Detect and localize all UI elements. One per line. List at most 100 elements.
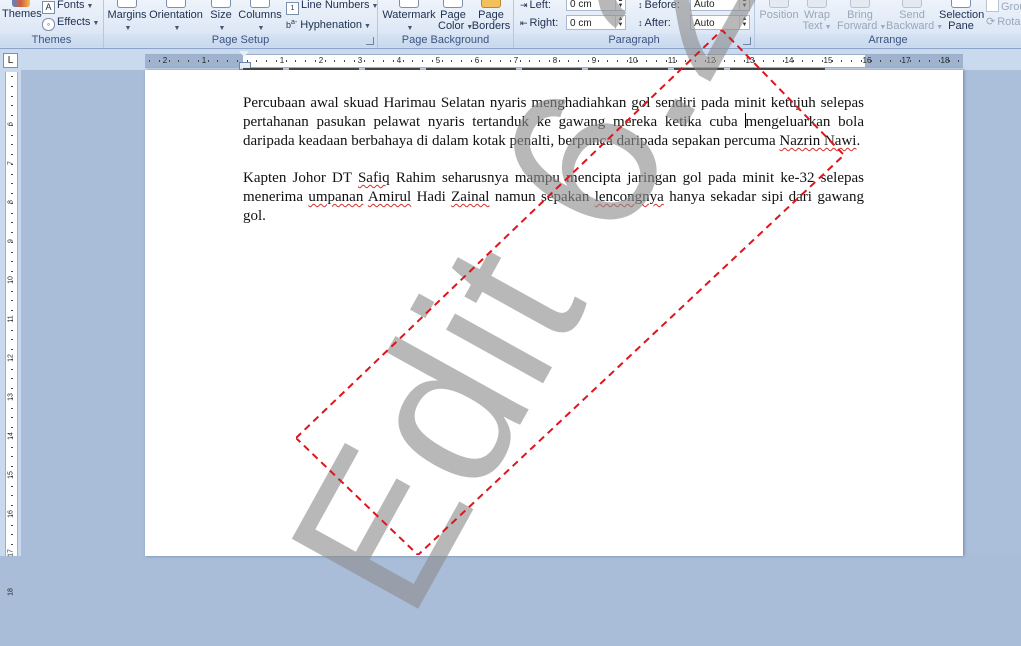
ruler-tick [11,222,13,223]
ruler-tick [471,60,472,62]
ruler-tick [11,252,13,253]
misspelled-word[interactable]: Safiq [358,170,390,186]
ruler-tick [11,271,13,272]
ruler-number: 18 [7,588,15,596]
rotate-label: Rota [997,16,1021,28]
chevron-down-icon: ▼ [406,25,414,32]
ruler-tick [451,60,452,62]
ruler-tick [11,115,13,116]
ruler-tick [325,60,326,62]
ruler-tick [11,525,13,526]
page-borders-button[interactable]: Page Borders [471,0,511,32]
misspelled-word[interactable]: Nazrin Nawi [779,133,856,149]
chevron-down-icon: ▼ [173,25,181,32]
themes-group-label: Themes [0,34,103,47]
ruler-tick [276,60,277,62]
ruler-tick [871,60,872,62]
wrap-text-label-2: Text ▼ [802,21,832,33]
watermark-button[interactable]: Watermark ▼ [381,0,437,34]
line-numbers-button[interactable]: 1 Line Numbers ▼ [286,0,378,15]
page-borders-label-2: Borders [471,20,511,32]
send-backward-label-2-text: Backward [886,20,935,32]
ruler-tick [793,60,794,62]
ruler-tick [11,281,13,282]
ruler-tick [256,60,257,62]
ruler-tick [169,60,170,62]
ruler-tick [11,486,13,487]
ruler-number: 13 [7,393,15,401]
ruler-tick [11,164,13,165]
ruler-tick [11,456,13,457]
ruler-number: 15 [7,471,15,479]
ruler-tick [832,60,833,62]
paragraph-2-text-a: Kapten Johor DT [243,170,358,186]
ruler-tick [198,60,199,62]
group-objects-label: Grou [1001,1,1021,13]
page-setup-dialog-launcher-icon[interactable] [366,37,374,45]
ruler-tick [11,495,13,496]
ruler-tick [11,193,13,194]
ruler-tick [393,60,394,62]
ruler-number: 10 [7,276,15,284]
tab-selector-icon[interactable]: L [3,53,18,68]
effects-button[interactable]: ◦ Effects ▼ [42,16,99,31]
ruler-tick [11,144,13,145]
fonts-button[interactable]: A Fonts ▼ [42,0,93,14]
ruler-tick [295,60,296,62]
ruler-tick [11,232,13,233]
ruler-number: 7 [7,161,15,165]
size-icon [211,0,231,8]
columns-button[interactable]: Columns ▼ [238,0,282,34]
themes-button[interactable]: Themes [2,0,42,20]
ruler-tick [178,60,179,62]
ruler-number: 11 [7,315,15,323]
bring-forward-icon [850,0,870,8]
ruler-tick [461,60,462,62]
ruler-tick [149,60,150,62]
orientation-label: Orientation [149,9,203,21]
ruler-tick [812,60,813,62]
chevron-down-icon: ▼ [824,24,832,31]
misspelled-word[interactable]: Amirul [368,189,411,205]
orientation-button[interactable]: Orientation ▼ [148,0,204,34]
ruler-tick [11,86,13,87]
send-backward-label-2: Backward ▼ [886,20,943,33]
ruler-tick [315,60,316,62]
ruler-tick [11,96,13,97]
size-label: Size [210,9,232,21]
ruler-tick [286,60,287,62]
selection-pane-label-2: Pane [948,20,974,32]
arrange-group-label: Arrange [755,34,1021,47]
ruler-tick [11,135,13,136]
ruler-number: 9 [7,239,15,243]
chevron-down-icon: ▼ [86,3,94,10]
themes-button-label: Themes [2,8,42,20]
bring-forward-button[interactable]: Bring Forward ▼ [837,0,886,33]
themes-icon [12,0,30,7]
group-objects-button[interactable]: Grou [986,0,1021,13]
rotate-button[interactable]: ⟳ Rota [986,16,1020,28]
misspelled-word[interactable]: umpanan [308,189,363,205]
ruler-tick [11,369,13,370]
chevron-down-icon: ▼ [257,25,265,32]
page-color-button[interactable]: Page Color ▼ [438,0,473,33]
hyphenation-button[interactable]: ba- Hyphenation ▼ [286,17,371,33]
page-setup-group-label: Page Setup [104,34,377,47]
ruler-number: 12 [7,354,15,362]
ruler-tick [490,60,491,62]
wrap-text-button[interactable]: Wrap Text ▼ [802,0,832,33]
page-color-icon [443,0,463,8]
first-line-indent-marker-icon[interactable] [239,51,249,57]
size-button[interactable]: Size ▼ [207,0,235,34]
themes-group: Themes A Fonts ▼ ◦ Effects ▼ Themes [0,0,104,48]
ruler-number: 14 [7,432,15,440]
ruler-tick [11,183,13,184]
send-backward-button[interactable]: Send Backward ▼ [886,0,943,33]
page-borders-icon [481,0,501,8]
ruler-tick [11,417,13,418]
vertical-ruler[interactable]: 6 7 8 9 10 11 12 13 14 15 16 17 18 [5,72,18,596]
ruler-tick [500,60,501,62]
margins-button[interactable]: Margins ▼ [107,0,147,34]
ruler-tick [822,60,823,62]
selection-pane-button[interactable]: Selection Pane [939,0,984,32]
